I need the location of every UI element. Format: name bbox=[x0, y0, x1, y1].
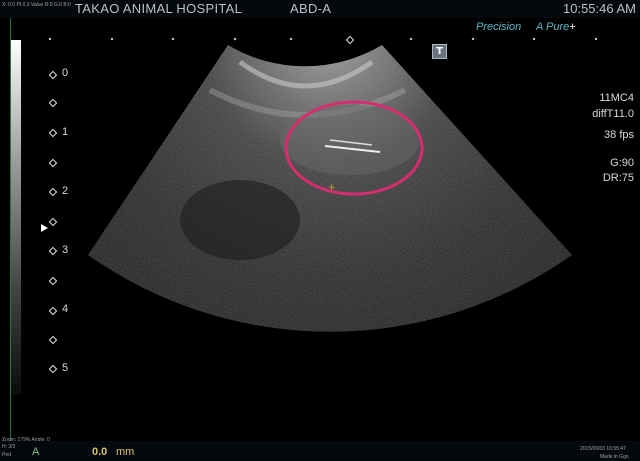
made-in: Made in Ggn bbox=[600, 454, 629, 460]
dynamic-range: DR:75 bbox=[602, 172, 634, 184]
gain-value: G:90 bbox=[610, 157, 634, 169]
measure-value: 0.0 bbox=[92, 446, 108, 458]
measure-label: A bbox=[32, 446, 40, 458]
depth-label: 0 bbox=[62, 67, 69, 79]
frame-info: H: 3/3 bbox=[2, 444, 16, 450]
depth-label: 4 bbox=[62, 303, 69, 315]
caliper-marker: + bbox=[328, 183, 336, 193]
depth-label: 2 bbox=[62, 185, 69, 197]
frame-rate: 38 fps bbox=[604, 129, 634, 141]
ultrasound-image: + bbox=[88, 45, 572, 332]
probe-name: 11MC4 bbox=[599, 92, 634, 104]
measure-unit: mm bbox=[116, 446, 135, 458]
depth-label: 5 bbox=[62, 362, 69, 374]
mode-info: Ped bbox=[2, 452, 11, 458]
exam-date: 2015/09/03 10:55:47 bbox=[580, 446, 626, 452]
depth-label: 3 bbox=[62, 244, 69, 256]
imaging-mode: diffT11.0 bbox=[592, 108, 634, 120]
focus-marker[interactable] bbox=[41, 224, 48, 232]
depth-label: 1 bbox=[62, 126, 69, 138]
